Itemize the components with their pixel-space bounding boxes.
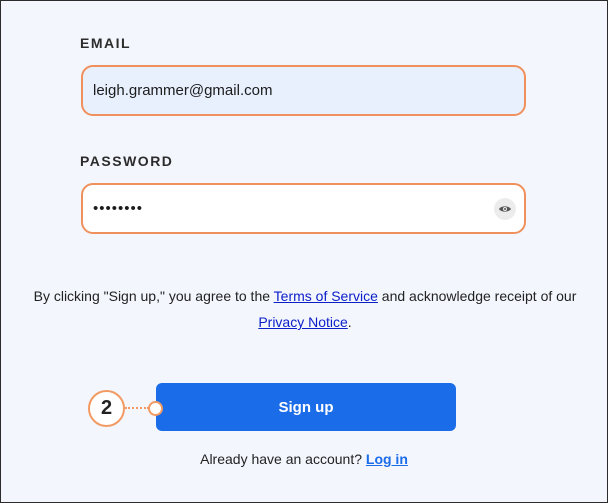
email-field[interactable]: [93, 67, 480, 114]
signup-form-panel: EMAIL PASSWORD By clicking "Sign up," yo…: [0, 0, 608, 503]
agreement-suffix: .: [347, 314, 352, 330]
log-in-link[interactable]: Log in: [366, 451, 408, 467]
eye-icon: [499, 206, 511, 212]
password-field[interactable]: [93, 185, 480, 232]
step-callout-connector: [125, 407, 149, 409]
email-field-container[interactable]: [81, 65, 526, 116]
show-password-button[interactable]: [494, 198, 516, 220]
step-callout-badge: 2: [88, 390, 125, 427]
terms-of-service-link[interactable]: Terms of Service: [274, 288, 378, 304]
privacy-notice-link[interactable]: Privacy Notice: [258, 314, 347, 330]
agreement-prefix: By clicking "Sign up," you agree to the: [33, 288, 274, 304]
login-prompt: Already have an account? Log in: [1, 451, 607, 467]
password-label: PASSWORD: [80, 153, 174, 169]
agreement-middle: and acknowledge receipt of our: [377, 288, 577, 304]
terms-agreement-text: By clicking "Sign up," you agree to the …: [21, 283, 589, 335]
password-field-container[interactable]: [81, 183, 526, 234]
login-prompt-text: Already have an account?: [200, 451, 362, 467]
sign-up-button[interactable]: Sign up: [156, 383, 456, 431]
email-label: EMAIL: [80, 35, 132, 51]
step-callout-dot: [148, 401, 163, 416]
